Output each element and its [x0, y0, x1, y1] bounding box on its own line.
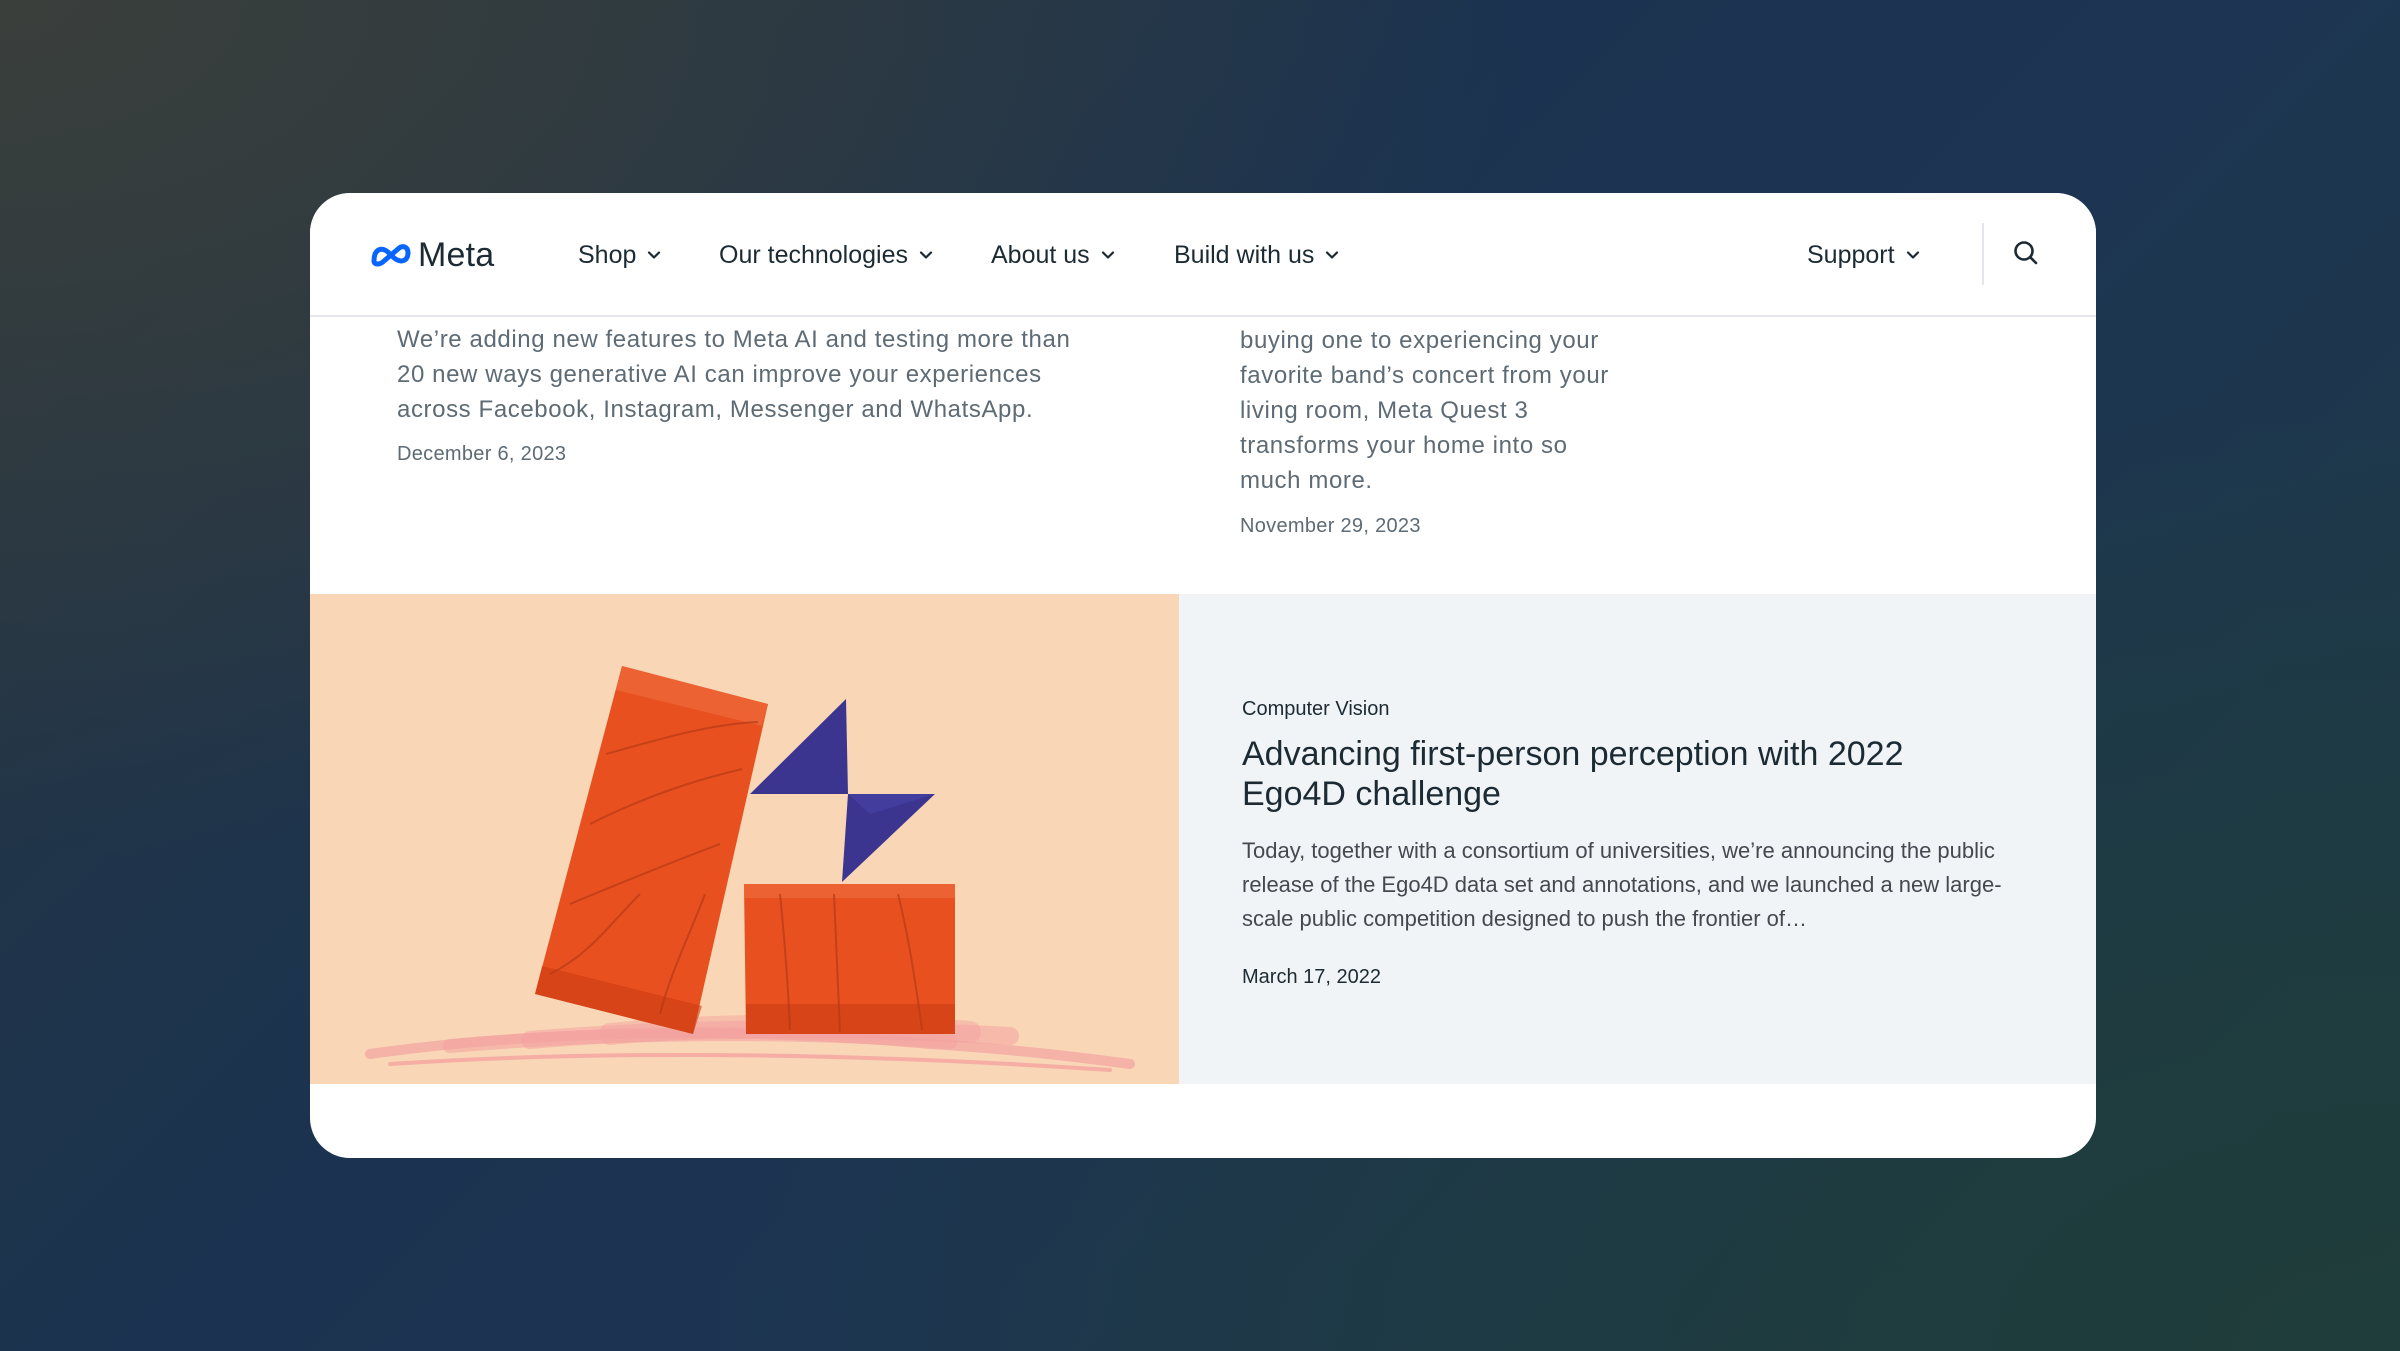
blocks-illustration [365, 666, 1135, 1072]
top-navigation: Meta Shop Our technologies About us Buil… [310, 193, 2096, 317]
excerpt-line: living room, Meta Quest 3 [1240, 397, 1529, 424]
nav-item-our-technologies[interactable]: Our technologies [719, 237, 934, 273]
chevron-down-icon [1906, 251, 1919, 259]
nav-item-label: Our technologies [719, 240, 909, 269]
nav-item-support[interactable]: Support [1807, 237, 1921, 273]
purple-triangles [750, 699, 935, 882]
article-title[interactable]: Advancing first-person perception with 2… [1242, 734, 2002, 814]
excerpt-line: buying one to experiencing your [1240, 327, 1599, 354]
nav-item-label: Shop [578, 240, 637, 269]
nav-item-label: Build with us [1174, 240, 1315, 269]
excerpt-line: 20 new ways generative AI can improve yo… [397, 361, 1042, 388]
tall-orange-block [535, 666, 768, 1034]
article-excerpt: buying one to experiencing your favorite… [1240, 323, 1609, 498]
feature-article-card[interactable]: Computer Vision Advancing first-person p… [1179, 594, 2096, 1084]
excerpt-line: transforms your home into so [1240, 432, 1568, 459]
meta-logo[interactable]: Meta [370, 233, 494, 277]
nav-item-shop[interactable]: Shop [578, 237, 662, 273]
chevron-down-icon [919, 251, 933, 259]
short-orange-block [744, 884, 955, 1034]
excerpt-line: favorite band’s concert from your [1240, 362, 1609, 389]
logo-text: Meta [418, 235, 495, 274]
article-excerpt: We’re adding new features to Meta AI and… [397, 322, 1070, 427]
nav-item-build-with-us[interactable]: Build with us [1174, 237, 1340, 273]
article-date: November 29, 2023 [1240, 515, 1421, 537]
nav-item-label: About us [991, 240, 1090, 269]
article-category[interactable]: Computer Vision [1242, 698, 1389, 721]
browser-window: Meta Shop Our technologies About us Buil… [310, 193, 2096, 1158]
excerpt-line: much more. [1240, 467, 1373, 494]
nav-item-label: Support [1807, 240, 1895, 269]
excerpt-line: across Facebook, Instagram, Messenger an… [397, 396, 1034, 423]
meta-infinity-icon [371, 244, 411, 267]
excerpt-line: We’re adding new features to Meta AI and… [397, 326, 1071, 353]
chevron-down-icon [1326, 251, 1339, 259]
nav-item-about-us[interactable]: About us [991, 237, 1116, 273]
chevron-down-icon [648, 251, 661, 259]
chevron-down-icon [1101, 251, 1114, 259]
article-date: December 6, 2023 [397, 443, 567, 465]
nav-divider [1982, 223, 1984, 285]
search-icon [2014, 241, 2038, 265]
article-date: March 17, 2022 [1242, 966, 1381, 988]
article-excerpt: Today, together with a consortium of uni… [1242, 838, 2002, 931]
feature-illustration[interactable] [310, 594, 1179, 1084]
search-button[interactable] [2008, 235, 2044, 271]
